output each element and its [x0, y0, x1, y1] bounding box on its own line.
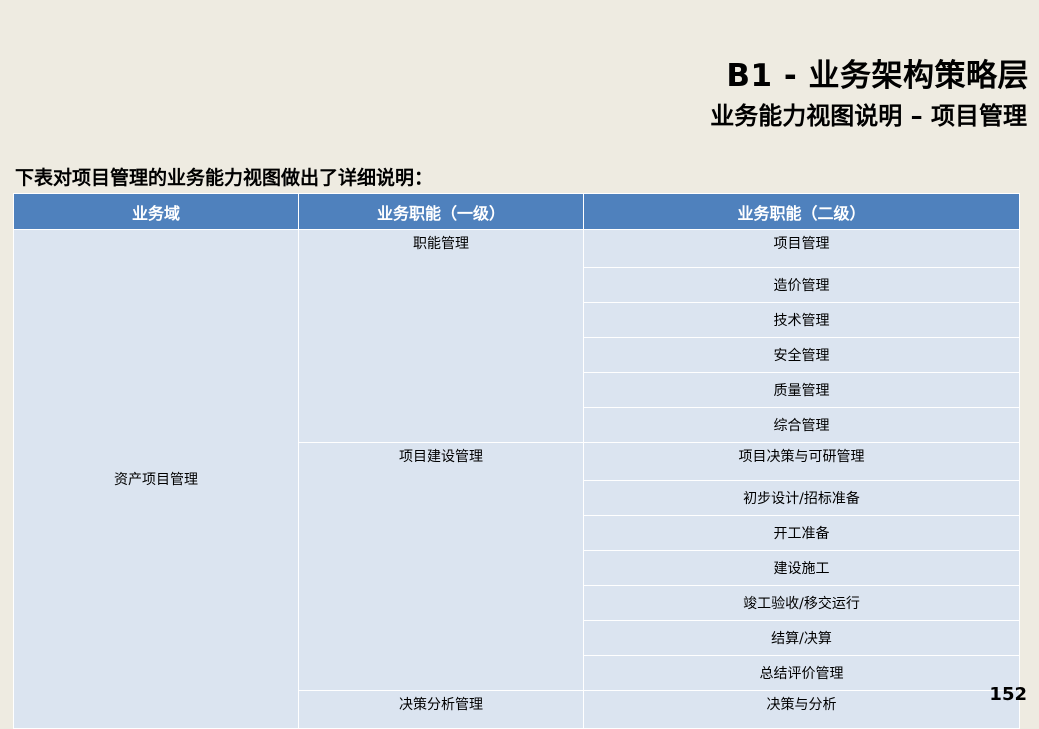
level2-cell: 建设施工: [583, 550, 1020, 586]
column-header-level2: 业务职能（二级）: [583, 193, 1020, 230]
level1-cell: 决策分析管理: [298, 690, 584, 729]
page-subtitle: 业务能力视图说明 – 项目管理: [710, 102, 1027, 130]
level2-cell: 初步设计/招标准备: [583, 480, 1020, 516]
level2-cell: 决策与分析: [583, 690, 1020, 729]
level2-cell: 结算/决算: [583, 620, 1020, 656]
level2-cell: 综合管理: [583, 407, 1020, 443]
table-header-row: 业务域 业务职能（一级） 业务职能（二级）: [13, 193, 1020, 230]
level2-cell: 技术管理: [583, 302, 1020, 338]
domain-cell: 资产项目管理: [13, 229, 299, 729]
level2-cell: 开工准备: [583, 515, 1020, 551]
level2-cell: 项目决策与可研管理: [583, 442, 1020, 481]
level1-cell: 职能管理: [298, 229, 584, 443]
level2-cell: 总结评价管理: [583, 655, 1020, 691]
level2-cell: 安全管理: [583, 337, 1020, 373]
column-header-domain: 业务域: [13, 193, 299, 230]
column-header-level1: 业务职能（一级）: [298, 193, 584, 230]
table-row: 资产项目管理 职能管理 项目管理: [13, 229, 1020, 729]
capability-table: 业务域 业务职能（一级） 业务职能（二级） 资产项目管理 职能管理 项目管理 造…: [13, 193, 1020, 729]
intro-text: 下表对项目管理的业务能力视图做出了详细说明：: [15, 167, 434, 189]
level2-cell: 竣工验收/移交运行: [583, 585, 1020, 621]
page-number: 152: [989, 684, 1027, 705]
level2-cell: 质量管理: [583, 372, 1020, 408]
level2-cell: 项目管理: [583, 229, 1020, 268]
level1-cell: 项目建设管理: [298, 442, 584, 691]
level2-cell: 造价管理: [583, 267, 1020, 303]
page-title: B1 - 业务架构策略层: [726, 58, 1029, 94]
